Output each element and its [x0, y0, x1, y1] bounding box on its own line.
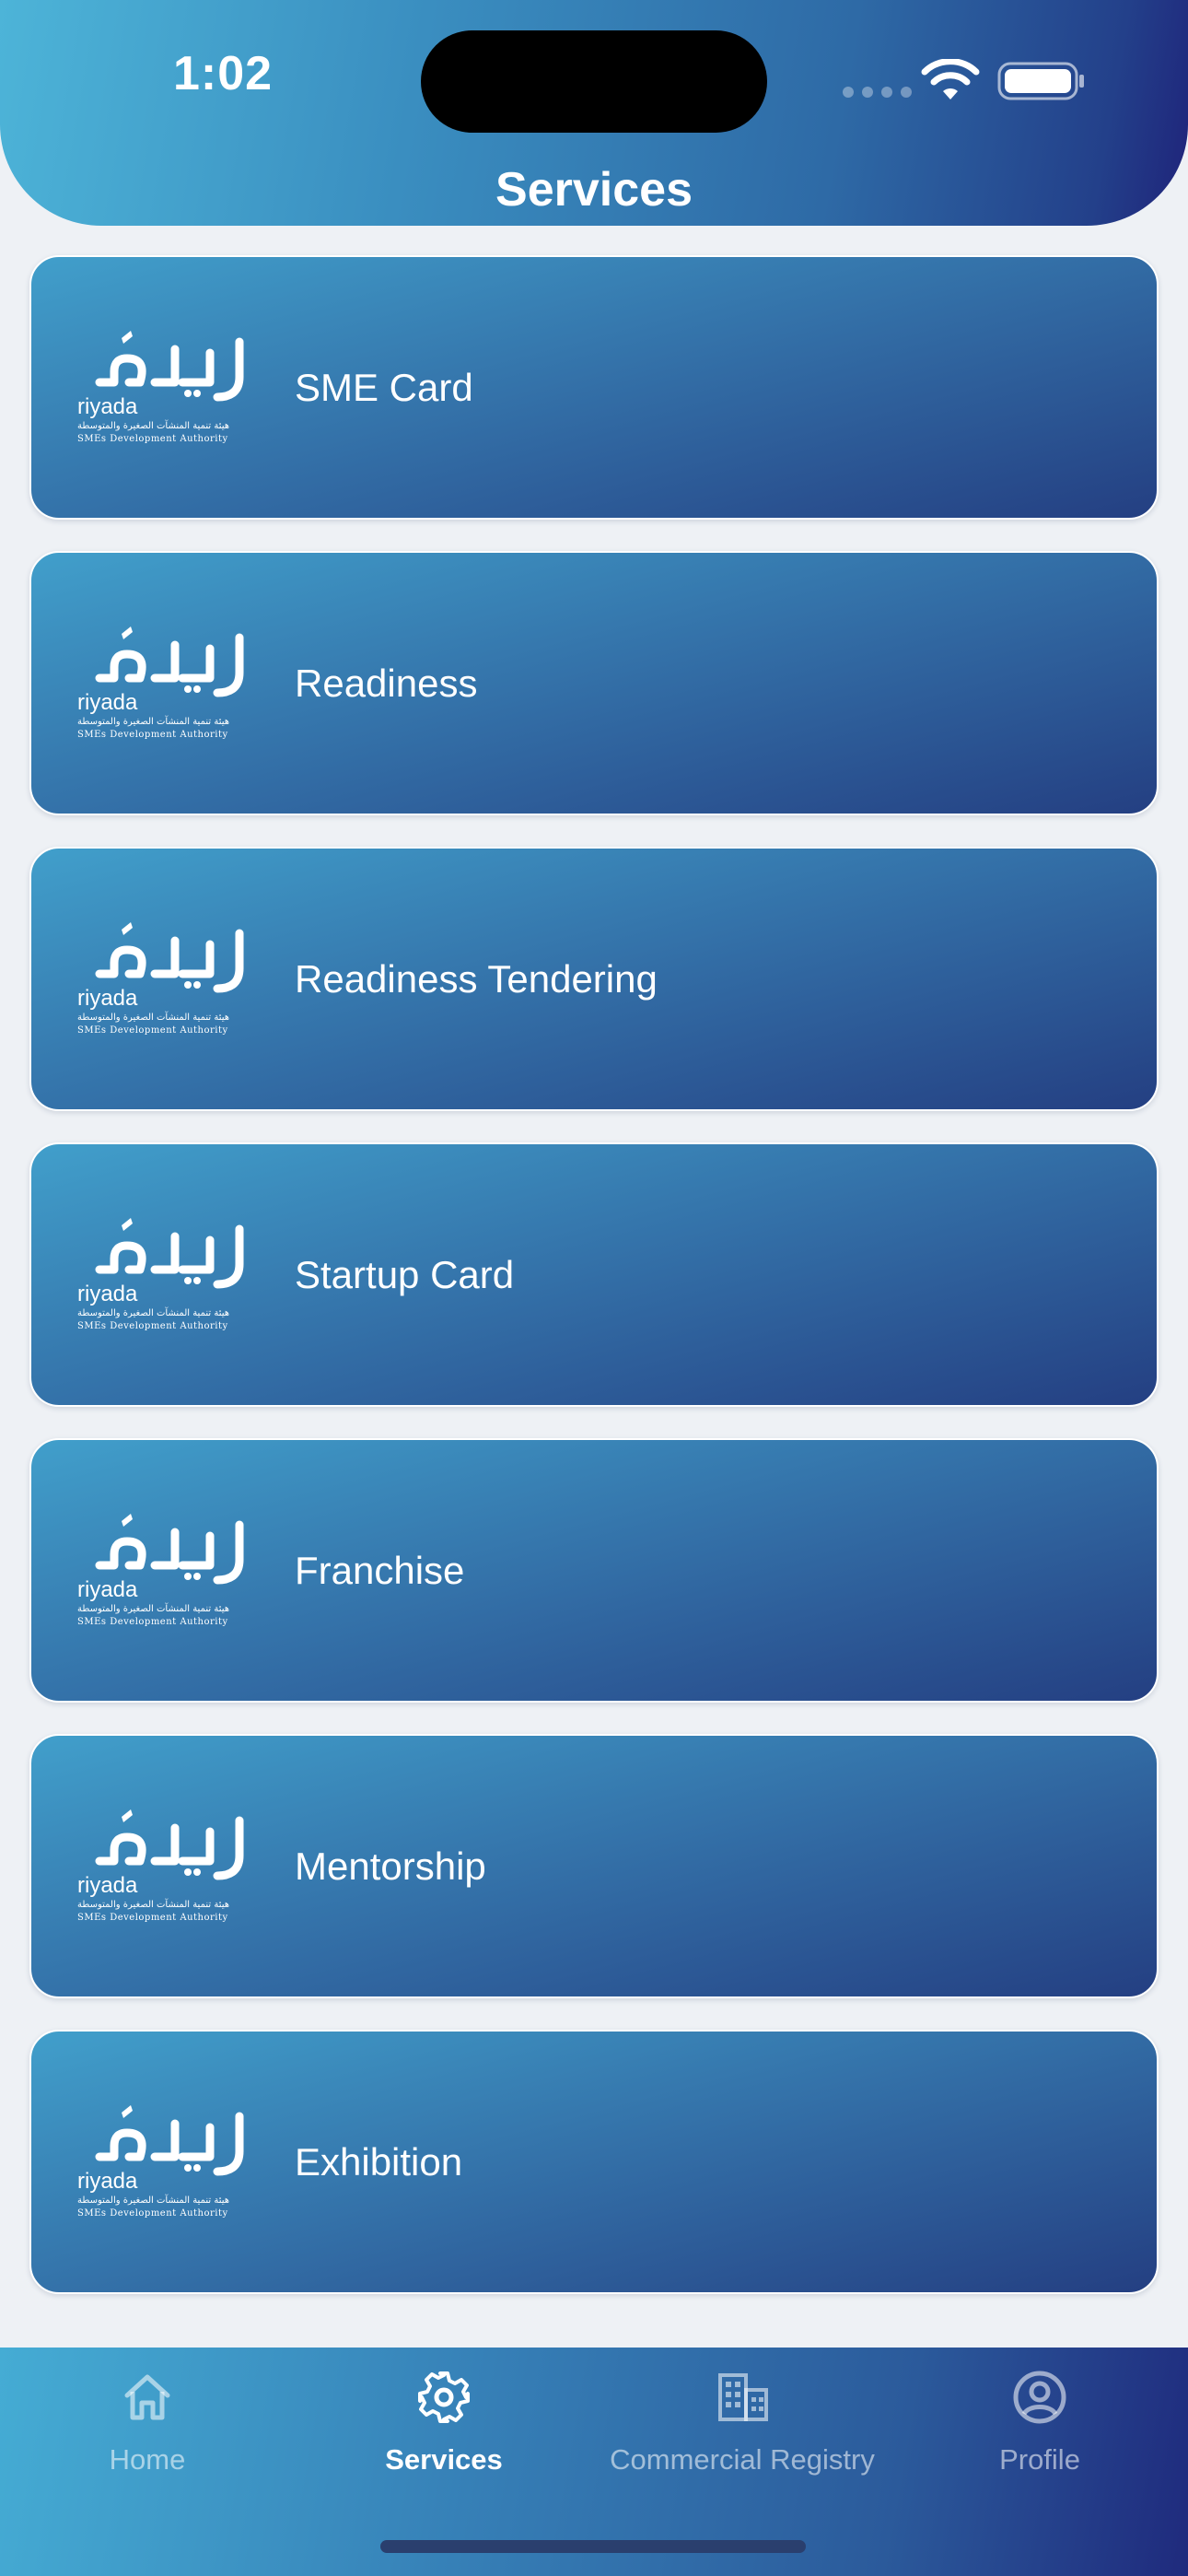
page-title: Services — [495, 163, 693, 217]
service-card[interactable]: riyada هيئة تنمية المنشآت الصغيرة والمتوس… — [29, 847, 1159, 1111]
service-card-label: Mentorship — [295, 1844, 486, 1888]
service-card-label: Startup Card — [295, 1253, 515, 1296]
riyada-logo-icon: riyadaهيئة تنمية المنشآت الصغيرة والمتوس… — [77, 1809, 244, 1923]
service-card[interactable]: riyada هيئة تنمية المنشآت الصغيرة والمتوس… — [29, 1142, 1159, 1407]
service-card-label: Franchise — [295, 1549, 465, 1592]
service-card-label: SME Card — [295, 366, 473, 409]
logo-arabic-subtitle: هيئة تنمية المنشآت الصغيرة والمتوسطة — [77, 419, 229, 431]
header: 1:02 Services — [0, 0, 1188, 226]
home-indicator — [380, 2540, 806, 2553]
wifi-icon — [921, 59, 980, 100]
riyada-logo-icon: riyadaهيئة تنمية المنشآت الصغيرة والمتوس… — [77, 2105, 244, 2219]
logo-arabic-subtitle: هيئة تنمية المنشآت الصغيرة والمتوسطة — [77, 1011, 229, 1023]
home-icon — [124, 2374, 170, 2420]
logo-english-subtitle: SMEs Development Authority — [77, 1025, 228, 1036]
logo-arabic-subtitle: هيئة تنمية المنشآت الصغيرة والمتوسطة — [77, 1602, 229, 1614]
logo-latin-text: riyada — [77, 2169, 138, 2194]
user-circle-icon — [1013, 2371, 1066, 2424]
logo-arabic-subtitle: هيئة تنمية المنشآت الصغيرة والمتوسطة — [77, 1306, 229, 1318]
logo-latin-text: riyada — [77, 690, 138, 715]
riyada-logo-icon: riyadaهيئة تنمية المنشآت الصغيرة والمتوس… — [77, 1218, 244, 1331]
service-card[interactable]: riyada هيئة تنمية المنشآت الصغيرة والمتوس… — [29, 1734, 1159, 1998]
logo-latin-text: riyada — [77, 986, 138, 1011]
building-icon — [718, 2373, 768, 2421]
service-card[interactable]: riyada هيئة تنمية المنشآت الصغيرة والمتوس… — [29, 2030, 1159, 2294]
tab-services[interactable]: Services — [297, 2348, 591, 2495]
logo-english-subtitle: SMEs Development Authority — [77, 1321, 228, 1331]
logo-english-subtitle: SMEs Development Authority — [77, 1913, 228, 1923]
tab-commercial-registry-label: Commercial Registry — [610, 2443, 875, 2476]
service-card-label: Readiness — [295, 662, 478, 705]
logo-english-subtitle: SMEs Development Authority — [77, 1617, 228, 1627]
logo-english-subtitle: SMEs Development Authority — [77, 730, 228, 740]
logo-latin-text: riyada — [77, 1282, 138, 1306]
service-card-label: Readiness Tendering — [295, 957, 658, 1001]
riyada-logo-icon: riyadaهيئة تنمية المنشآت الصغيرة والمتوس… — [77, 922, 244, 1036]
logo-arabic-subtitle: هيئة تنمية المنشآت الصغيرة والمتوسطة — [77, 715, 229, 727]
tab-home[interactable]: Home — [0, 2348, 295, 2495]
logo-arabic-subtitle: هيئة تنمية المنشآت الصغيرة والمتوسطة — [77, 2194, 229, 2206]
service-card[interactable]: riyada هيئة تنمية المنشآت الصغيرة والمتوس… — [29, 255, 1159, 520]
dynamic-island — [421, 30, 767, 133]
logo-latin-text: riyada — [77, 394, 138, 419]
riyada-logo-icon: riyadaهيئة تنمية المنشآت الصغيرة والمتوس… — [77, 1514, 244, 1627]
riyada-logo-icon: riyadaهيئة تنمية المنشآت الصغيرة والمتوس… — [77, 331, 244, 444]
service-card[interactable]: riyada هيئة تنمية المنشآت الصغيرة والمتوس… — [29, 551, 1159, 815]
tab-services-label: Services — [385, 2443, 503, 2476]
tab-commercial-registry[interactable]: Commercial Registry — [594, 2348, 891, 2495]
status-time: 1:02 — [173, 47, 274, 100]
logo-english-subtitle: SMEs Development Authority — [77, 434, 228, 444]
riyada-logo-icon: riyadaهيئة تنمية المنشآت الصغيرة والمتوس… — [77, 626, 244, 740]
service-card-label: Exhibition — [295, 2140, 463, 2184]
tab-home-label: Home — [109, 2443, 186, 2476]
service-card[interactable]: riyada هيئة تنمية المنشآت الصغيرة والمتوس… — [29, 1438, 1159, 1703]
cellular-signal-icon — [843, 87, 912, 98]
logo-arabic-subtitle: هيئة تنمية المنشآت الصغيرة والمتوسطة — [77, 1898, 229, 1910]
tab-profile-label: Profile — [999, 2443, 1080, 2476]
logo-english-subtitle: SMEs Development Authority — [77, 2208, 228, 2219]
logo-latin-text: riyada — [77, 1577, 138, 1602]
battery-icon — [997, 62, 1084, 100]
logo-latin-text: riyada — [77, 1873, 138, 1898]
gear-icon — [418, 2371, 470, 2423]
tab-profile[interactable]: Profile — [891, 2348, 1188, 2495]
